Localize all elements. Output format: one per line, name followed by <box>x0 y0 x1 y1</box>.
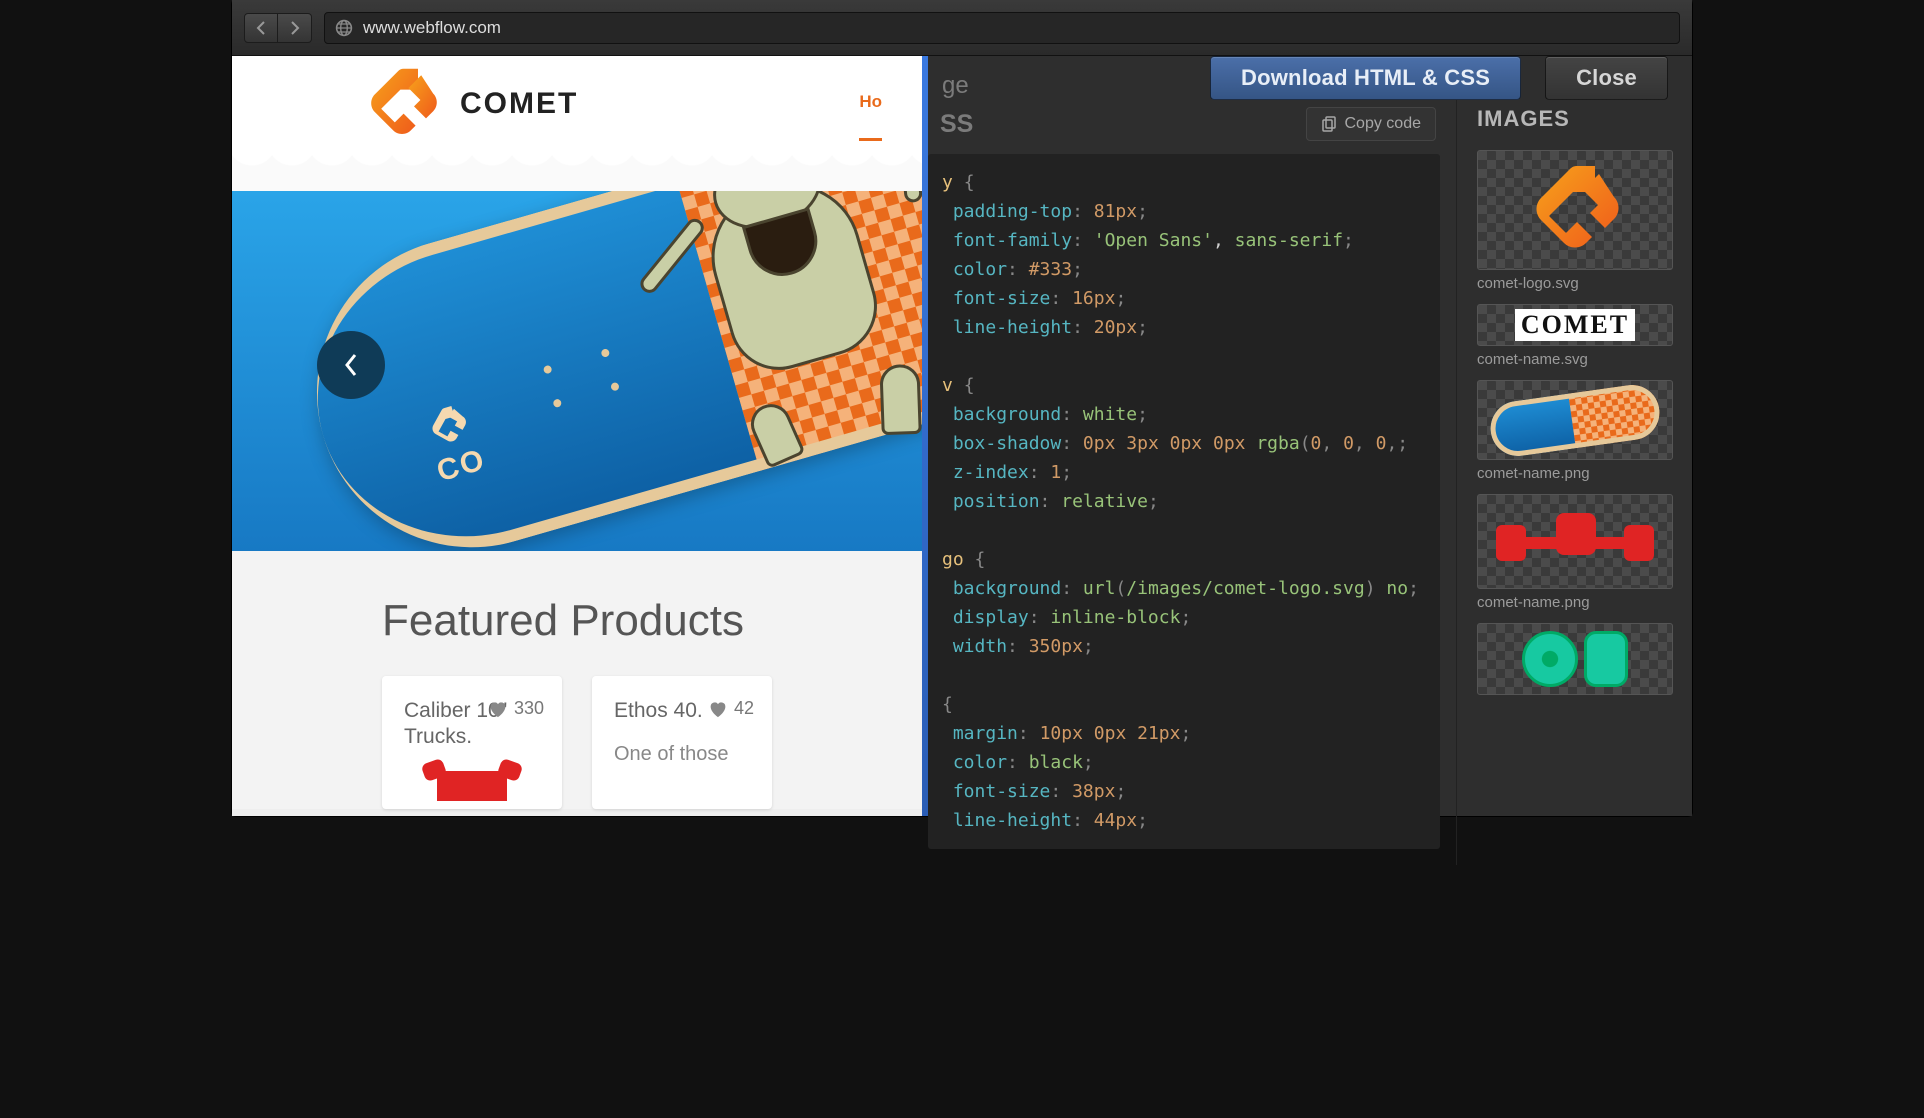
address-url: www.webflow.com <box>363 18 501 38</box>
like-count[interactable]: 330 <box>488 698 544 719</box>
asset-item[interactable]: comet-logo.svg <box>1477 150 1672 292</box>
product-blurb: One of those <box>614 742 750 767</box>
chevron-right-icon <box>290 21 300 35</box>
heart-icon <box>708 700 728 718</box>
asset-filename: comet-logo.svg <box>1477 275 1672 292</box>
skateboard-icon <box>1487 381 1663 459</box>
asset-thumb <box>1477 380 1673 460</box>
product-row: 330 Caliber 10" Trucks. 42 Ethos 40. One… <box>382 676 772 809</box>
copy-code-button[interactable]: Copy code <box>1306 107 1437 141</box>
nav-buttons <box>244 13 312 43</box>
featured-section: Featured Products 330 Caliber 10" Trucks… <box>232 551 922 809</box>
asset-thumb <box>1477 150 1673 270</box>
copy-icon <box>1321 116 1337 132</box>
asset-filename: comet-name.png <box>1477 594 1672 611</box>
product-card[interactable]: 42 Ethos 40. One of those <box>592 676 772 809</box>
brand: COMET <box>362 64 578 144</box>
webflow-export-window: www.webflow.com COMET Ho <box>232 0 1692 816</box>
wheels-icon <box>1522 631 1628 687</box>
chevron-left-icon <box>344 353 358 377</box>
comet-wordmark-icon: COMET <box>1515 309 1635 341</box>
asset-filename: comet-name.svg <box>1477 351 1672 368</box>
hero-carousel: CO <box>232 191 922 551</box>
code-tab-label: SS <box>940 110 973 139</box>
asset-item[interactable] <box>1477 623 1672 700</box>
asset-thumb <box>1477 494 1673 589</box>
nav-forward-button[interactable] <box>278 13 312 43</box>
product-thumb <box>404 771 540 801</box>
asset-filename: comet-name.png <box>1477 465 1672 482</box>
code-pane: SS Copy code y { padding-top: 81px; font… <box>928 100 1456 865</box>
comet-logo-icon <box>362 64 442 144</box>
product-card[interactable]: 330 Caliber 10" Trucks. <box>382 676 562 809</box>
images-sidebar: IMAGES comet-logo.svg COMET <box>1456 100 1692 865</box>
address-bar[interactable]: www.webflow.com <box>324 12 1680 44</box>
close-button[interactable]: Close <box>1545 56 1668 100</box>
trucks-icon <box>1500 507 1650 577</box>
nav-back-button[interactable] <box>244 13 278 43</box>
site-preview: COMET Ho CO <box>232 56 922 816</box>
asset-item[interactable]: comet-name.png <box>1477 494 1672 611</box>
export-panel: ge Download HTML & CSS Close SS Copy cod… <box>928 56 1692 816</box>
site-header: COMET Ho <box>232 56 922 151</box>
comet-logo-icon <box>1520 160 1630 260</box>
panel-title-fragment: ge <box>942 72 969 100</box>
asset-thumb: COMET <box>1477 304 1673 346</box>
export-header: Download HTML & CSS Close <box>928 56 1692 100</box>
browser-chrome: www.webflow.com <box>232 0 1692 56</box>
carousel-prev-button[interactable] <box>317 331 385 399</box>
asset-item[interactable]: comet-name.png <box>1477 380 1672 482</box>
images-heading: IMAGES <box>1477 106 1672 132</box>
globe-icon <box>335 19 353 37</box>
heart-icon <box>488 700 508 718</box>
css-code-editor[interactable]: y { padding-top: 81px; font-family: 'Ope… <box>928 154 1440 849</box>
like-count[interactable]: 42 <box>708 698 754 719</box>
asset-thumb <box>1477 623 1673 695</box>
asset-item[interactable]: COMET comet-name.svg <box>1477 304 1672 368</box>
nav-home-link[interactable]: Ho <box>859 92 882 141</box>
featured-heading: Featured Products <box>382 596 772 646</box>
wave-divider <box>232 151 922 191</box>
download-button[interactable]: Download HTML & CSS <box>1210 56 1521 100</box>
chevron-left-icon <box>256 21 266 35</box>
brand-wordmark: COMET <box>460 87 578 121</box>
